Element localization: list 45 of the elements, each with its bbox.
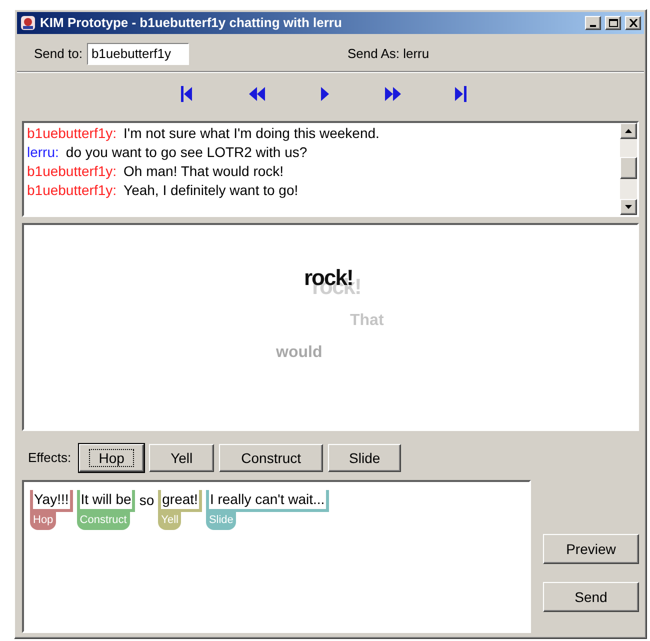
chat-message: I'm not sure what I'm doing this weekend. (124, 124, 380, 143)
scroll-thumb[interactable] (620, 157, 637, 179)
effect-button[interactable]: Slide (328, 444, 402, 472)
sender-name: b1uebutterf1y: (27, 162, 117, 181)
send-button[interactable]: Send (543, 582, 639, 612)
chat-message: Yeah, I definitely want to go! (124, 181, 298, 200)
effect-tag: Construct (76, 512, 130, 530)
scroll-up-button[interactable] (620, 123, 637, 139)
up-arrow-icon (625, 129, 632, 133)
rewind-icon[interactable] (247, 85, 267, 103)
sender-name: lerru: (27, 143, 59, 162)
message-text: Yay!!! (34, 490, 69, 508)
down-arrow-icon (625, 205, 632, 209)
message-text: It will be (80, 490, 132, 508)
scroll-down-button[interactable] (620, 199, 637, 215)
message-text: so (139, 491, 154, 509)
minimize-button[interactable] (585, 16, 601, 30)
effect-tag: Yell (158, 512, 182, 530)
chat-message: do you want to go see LOTR2 with us? (66, 143, 308, 162)
preview-button[interactable]: Preview (543, 534, 639, 564)
message-editor[interactable]: Yay!!! Hop It will be Construct so great! Yell I really can't wait... Slide (22, 480, 531, 633)
send-as-label: Send As: lerru (347, 44, 430, 63)
effect-tag: Hop (30, 512, 56, 530)
animated-word: rock! (304, 267, 353, 289)
send-to-field[interactable]: b1uebutterf1y (87, 42, 190, 64)
app-icon (20, 15, 36, 31)
effect-button[interactable]: Hop (79, 444, 144, 472)
close-icon (628, 19, 638, 27)
chat-message: Oh man! That would rock! (124, 162, 284, 181)
effects-label: Effects: (28, 449, 72, 468)
fast-forward-icon[interactable] (383, 85, 403, 103)
message-text: I really can't wait... (210, 490, 325, 508)
send-to-label: Send to: (34, 44, 82, 63)
effect-tag: Slide (206, 512, 236, 530)
animated-word: would (276, 345, 322, 361)
message-text: great! (162, 490, 198, 508)
sender-name: b1uebutterf1y: (27, 181, 117, 200)
window-title: KIM Prototype - b1uebutterf1y chatting with lerru (40, 14, 343, 32)
sender-name: b1uebutterf1y: (27, 124, 117, 143)
animated-word: That (350, 313, 384, 329)
effect-button[interactable]: Construct (219, 444, 324, 472)
maximize-button[interactable] (605, 16, 621, 30)
maximize-icon (608, 19, 618, 27)
effect-button[interactable]: Yell (149, 444, 214, 472)
close-button[interactable] (625, 16, 641, 30)
